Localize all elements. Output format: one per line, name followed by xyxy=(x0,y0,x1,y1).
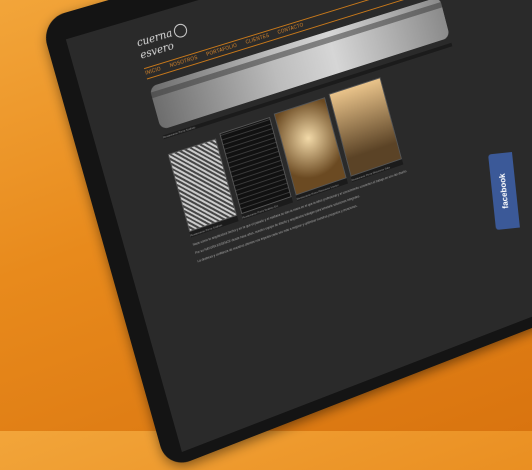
nav-item-clientes[interactable]: CLIENTES xyxy=(245,33,270,46)
nav-item-contacto[interactable]: CONTACTO xyxy=(277,22,304,35)
laptop: cuerna esvero INICIO NOSOTROS PORTAFOLIO… xyxy=(40,0,532,470)
laptop-screen: cuerna esvero INICIO NOSOTROS PORTAFOLIO… xyxy=(65,0,532,453)
facebook-label: facebook xyxy=(497,173,511,209)
logo-swirl-icon xyxy=(172,22,189,40)
website: cuerna esvero INICIO NOSOTROS PORTAFOLIO… xyxy=(135,0,484,268)
nav-item-inicio[interactable]: INICIO xyxy=(145,66,162,76)
nav-item-nosotros[interactable]: NOSOTROS xyxy=(169,55,198,69)
nav-item-portafolio[interactable]: PORTAFOLIO xyxy=(206,43,238,58)
